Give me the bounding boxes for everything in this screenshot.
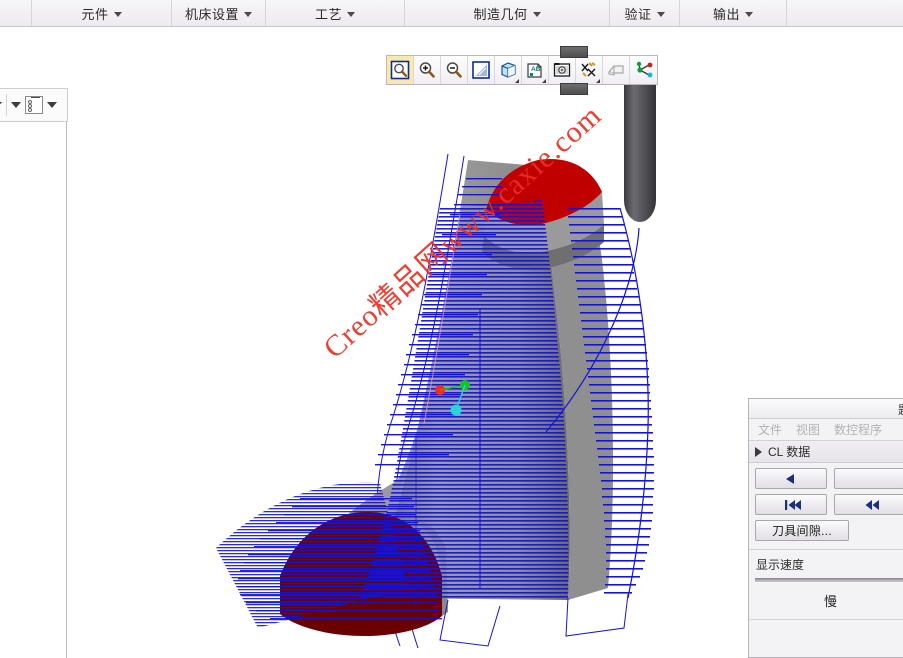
dropdown-arrow-icon[interactable] (596, 79, 600, 83)
ribbon-tab-verify[interactable]: 验证 (610, 0, 680, 26)
step-back-button[interactable] (834, 494, 903, 515)
view-toolbar: AB (386, 55, 658, 85)
chevron-down-icon (745, 11, 753, 17)
chevron-down-icon[interactable] (0, 102, 2, 108)
ribbon-tab-label: 验证 (624, 6, 652, 22)
layer-surface-icon[interactable] (603, 56, 630, 84)
ribbon-tab-machine-setup[interactable]: 机床设置 (172, 0, 266, 26)
menu-item-nc-program[interactable]: 数控程序 (834, 421, 882, 438)
play-path-dialog[interactable]: 题 文件 视图 数控程序 CL 数据 (748, 398, 903, 658)
chevron-down-icon (656, 11, 665, 17)
ribbon-tab-mfg-geometry[interactable]: 制造几何 (405, 0, 610, 26)
svg-text:AB: AB (531, 66, 541, 73)
cl-data-label: CL 数据 (768, 445, 811, 459)
ribbon-tab-label: 机床设置 (184, 6, 239, 22)
toolbar-grip-bottom[interactable] (560, 83, 588, 95)
csys-display-icon[interactable] (630, 56, 657, 84)
ribbon-tab-process[interactable]: 工艺 (266, 0, 405, 26)
dropdown-arrow-icon[interactable] (515, 79, 519, 83)
saved-view-icon[interactable] (549, 56, 576, 84)
chevron-down-icon (532, 11, 541, 17)
zoom-out-icon[interactable] (441, 56, 468, 84)
dropdown-arrow-icon[interactable] (542, 79, 546, 83)
model-tree-toolbar (0, 88, 68, 122)
chevron-down-icon (244, 11, 252, 17)
chevron-down-icon[interactable] (47, 102, 57, 108)
datum-display-icon[interactable] (576, 56, 603, 84)
rewind-to-start-button[interactable] (755, 494, 827, 515)
play-forward-button[interactable] (834, 468, 903, 489)
cutting-tool (624, 73, 656, 222)
ribbon-tab-label: 制造几何 (473, 6, 528, 22)
ribbon-tab-label: 元件 (81, 6, 109, 22)
chevron-down-icon[interactable] (11, 102, 21, 108)
toolpath-bottom-outlet (439, 593, 629, 647)
toolbar-grip-top[interactable] (560, 46, 588, 58)
playback-controls: 刀具间隙... 显示速度 慢 (749, 463, 903, 620)
ribbon-tab-label: 工艺 (314, 6, 342, 22)
application-window: 元件 机床设置 工艺 制造几何 验证 输出 Creo精品网www.caxie.c… (0, 0, 903, 658)
display-speed-label: 显示速度 (756, 558, 805, 572)
ribbon-menu-bar: 元件 机床设置 工艺 制造几何 验证 输出 (0, 0, 903, 27)
ribbon-tab-output[interactable]: 输出 (680, 0, 787, 26)
annotation-display-icon[interactable]: AB (522, 56, 549, 84)
menu-item-view[interactable]: 视图 (796, 421, 820, 438)
cl-data-section-header[interactable]: CL 数据 (749, 441, 903, 463)
display-speed-value: 慢 (823, 594, 837, 609)
dialog-menu-bar: 文件 视图 数控程序 (749, 419, 903, 441)
ribbon-tab-label: 输出 (712, 6, 740, 22)
zoom-window-icon[interactable] (387, 56, 414, 84)
model-tree-column (0, 122, 67, 658)
tree-settings-icon[interactable] (25, 96, 43, 114)
playback-row-2 (749, 494, 903, 520)
dialog-title: 题 (898, 401, 903, 418)
tool-clearance-button[interactable]: 刀具间隙... (755, 520, 849, 541)
ribbon-tab-components[interactable]: 元件 (32, 0, 172, 26)
play-reverse-button[interactable] (755, 468, 827, 489)
toolbar-divider (6, 94, 7, 116)
playback-row-1 (749, 468, 903, 494)
chevron-down-icon (113, 11, 122, 17)
display-style-icon[interactable] (495, 56, 522, 84)
ribbon-empty-area (787, 0, 903, 26)
refit-view-icon[interactable] (468, 56, 495, 84)
triangle-right-icon[interactable] (755, 446, 762, 457)
zoom-in-icon[interactable] (414, 56, 441, 84)
clearance-row: 刀具间隙... (749, 520, 903, 546)
section-divider-2 (749, 619, 903, 620)
ribbon-left-stub (0, 0, 32, 26)
dialog-title-bar[interactable]: 题 (749, 399, 903, 419)
chevron-down-icon (347, 11, 355, 17)
menu-item-file[interactable]: 文件 (758, 421, 782, 438)
